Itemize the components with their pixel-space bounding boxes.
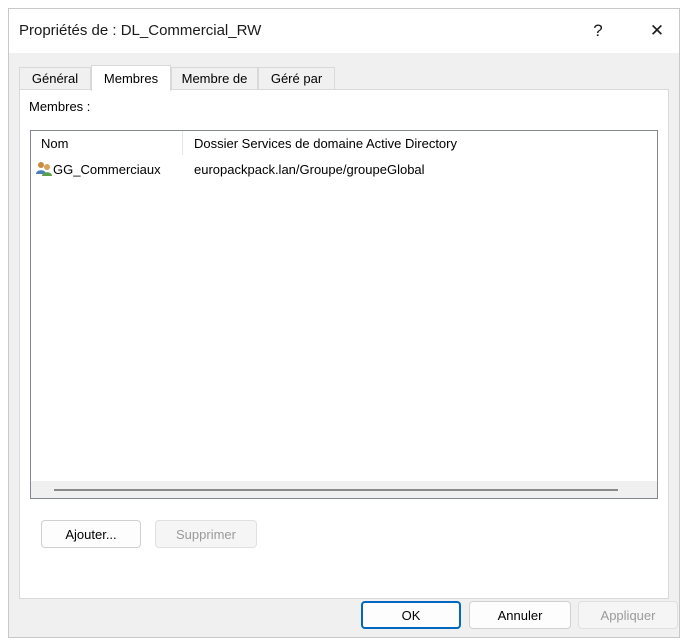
- remove-button[interactable]: Supprimer: [155, 520, 257, 548]
- column-separator[interactable]: [182, 131, 183, 155]
- column-header-name[interactable]: Nom: [41, 136, 68, 151]
- tab-gere-par[interactable]: Géré par: [258, 67, 335, 89]
- tab-label: Géré par: [270, 71, 323, 86]
- tab-strip: Général Membres Membre de Géré par: [19, 65, 669, 91]
- group-icon: [36, 162, 52, 176]
- add-button-label: Ajouter...: [65, 526, 117, 542]
- cancel-button-label: Annuler: [497, 607, 543, 623]
- add-button[interactable]: Ajouter...: [41, 520, 141, 548]
- cancel-button[interactable]: Annuler: [469, 601, 571, 629]
- list-header: Nom Dossier Services de domaine Active D…: [31, 131, 657, 157]
- tab-label: Membres: [103, 71, 159, 86]
- close-icon: ✕: [649, 21, 665, 40]
- tab-label: Membre de: [181, 71, 248, 86]
- column-header-folder[interactable]: Dossier Services de domaine Active Direc…: [194, 136, 457, 151]
- member-folder: europackpack.lan/Groupe/groupeGlobal: [194, 162, 425, 177]
- table-row[interactable]: GG_Commerciaux europackpack.lan/Groupe/g…: [33, 159, 633, 181]
- members-section-label: Membres :: [29, 99, 91, 114]
- horizontal-scrollbar[interactable]: [31, 481, 657, 498]
- remove-button-label: Supprimer: [176, 526, 236, 542]
- dialog-title: Propriétés de : DL_Commercial_RW: [19, 22, 262, 39]
- scrollbar-thumb[interactable]: [54, 489, 618, 491]
- ok-button[interactable]: OK: [361, 601, 461, 629]
- member-name: GG_Commerciaux: [53, 162, 161, 177]
- tab-general[interactable]: Général: [19, 67, 91, 89]
- members-list[interactable]: Nom Dossier Services de domaine Active D…: [30, 130, 658, 499]
- ok-button-label: OK: [401, 607, 421, 623]
- apply-button-label: Appliquer: [600, 607, 656, 623]
- close-button[interactable]: ✕: [635, 15, 679, 47]
- title-bar: Propriétés de : DL_Commercial_RW ? ✕: [9, 9, 679, 53]
- help-icon: ?: [593, 21, 603, 40]
- tab-membre-de[interactable]: Membre de: [171, 67, 258, 89]
- tab-label: Général: [31, 71, 79, 86]
- apply-button[interactable]: Appliquer: [578, 601, 678, 629]
- tab-membres[interactable]: Membres: [91, 65, 171, 91]
- help-button[interactable]: ?: [576, 15, 620, 47]
